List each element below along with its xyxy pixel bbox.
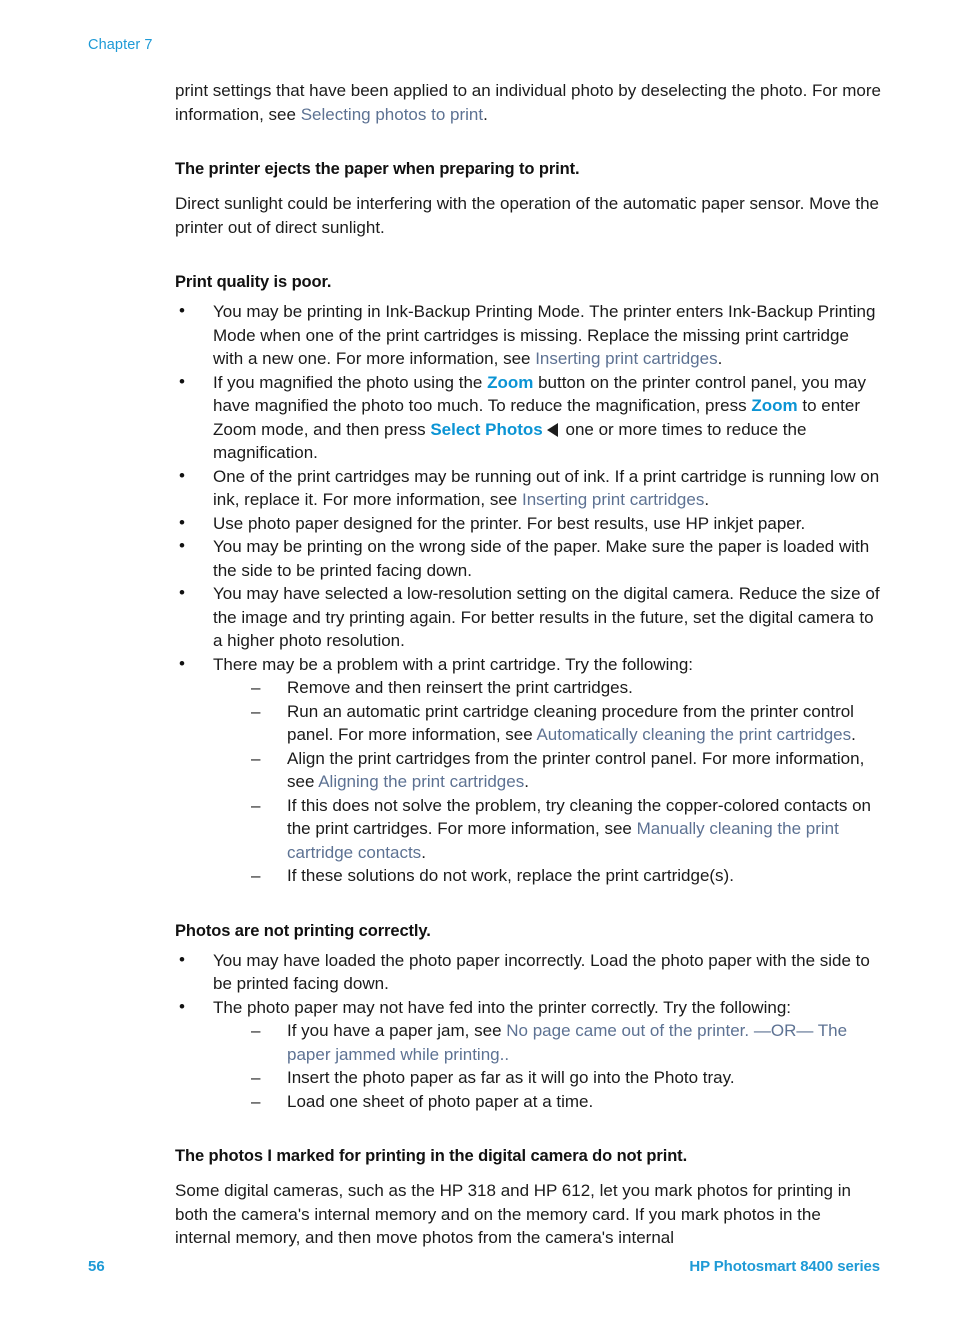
heading-photos-not-printing-correctly: Photos are not printing correctly.: [175, 921, 431, 940]
photos-sub2-text: Insert the photo paper as far as it will…: [287, 1068, 735, 1087]
heading-print-quality-poor: Print quality is poor.: [175, 273, 332, 291]
page-footer: 56 HP Photosmart 8400 series: [0, 1258, 954, 1282]
left-triangle-icon: [546, 422, 558, 437]
list-item: If these solutions do not work, replace …: [249, 864, 881, 888]
page-number: 56: [88, 1258, 105, 1275]
list-item: Insert the photo paper as far as it will…: [249, 1066, 881, 1090]
heading-printer-ejects-paper: The printer ejects the paper when prepar…: [175, 160, 580, 178]
list-item: Use photo paper designed for the printer…: [175, 511, 881, 536]
list-item: You may be printing in Ink-Backup Printi…: [175, 299, 881, 371]
ui-label-zoom[interactable]: Zoom: [487, 373, 533, 392]
bullet4-text: Use photo paper designed for the printer…: [213, 513, 806, 533]
intro-text-before: print settings that have been applied to…: [175, 81, 881, 124]
list-item: Remove and then reinsert the print cartr…: [249, 676, 881, 700]
ui-label-select-photos[interactable]: Select Photos: [430, 420, 542, 439]
sub4-text-after: .: [421, 842, 426, 862]
list-item: Load one sheet of photo paper at a time.: [249, 1090, 881, 1114]
sub1-text: Remove and then reinsert the print cartr…: [287, 678, 633, 697]
running-head-chapter: Chapter 7: [88, 37, 153, 53]
heading-photos-marked-do-not-print: The photos I marked for printing in the …: [175, 1147, 688, 1165]
list-item: You may be printing on the wrong side of…: [175, 534, 881, 582]
sub2-text-after: .: [851, 725, 856, 744]
print-cartridge-sublist: Remove and then reinsert the print cartr…: [213, 676, 881, 888]
bullet5-text: You may be printing on the wrong side of…: [213, 537, 870, 580]
photos-bullet1-text: You may have loaded the photo paper inco…: [213, 950, 870, 994]
page-content: print settings that have been applied to…: [175, 79, 881, 1250]
document-page: Chapter 7 print settings that have been …: [0, 0, 954, 1321]
xref-selecting-photos-to-print[interactable]: Selecting photos to print: [301, 105, 483, 124]
list-item: Run an automatic print cartridge cleanin…: [249, 700, 881, 747]
photos-sub1-text-before: If you have a paper jam, see: [287, 1021, 507, 1040]
ui-label-zoom[interactable]: Zoom: [751, 396, 797, 415]
sub5-text: If these solutions do not work, replace …: [287, 866, 734, 885]
xref-automatically-cleaning-the-print-cartridges[interactable]: Automatically cleaning the print cartrid…: [536, 725, 851, 744]
bullet6-text: You may have selected a low-resolution s…: [213, 584, 880, 650]
paragraph-direct-sunlight: Direct sunlight could be interfering wit…: [175, 194, 880, 237]
list-item: Align the print cartridges from the prin…: [249, 747, 881, 794]
photo-feed-sublist: If you have a paper jam, see No page cam…: [213, 1019, 881, 1113]
intro-paragraph: print settings that have been applied to…: [175, 79, 881, 126]
paragraph-some-digital-cameras: Some digital cameras, such as the HP 318…: [175, 1181, 851, 1247]
list-item: The photo paper may not have fed into th…: [175, 995, 881, 1114]
intro-text-after: .: [483, 104, 488, 124]
photos-sub1-text-after: .: [504, 1044, 510, 1064]
bullet1-text-after: .: [717, 349, 723, 368]
list-item: You may have loaded the photo paper inco…: [175, 948, 881, 996]
print-quality-list: You may be printing in Ink-Backup Printi…: [175, 299, 881, 888]
list-item: If you have a paper jam, see No page cam…: [249, 1019, 881, 1066]
bullet3-text-after: .: [704, 490, 710, 509]
bullet7-text: There may be a problem with a print cart…: [213, 654, 693, 674]
photos-not-printing-list: You may have loaded the photo paper inco…: [175, 948, 881, 1114]
xref-aligning-the-print-cartridges[interactable]: Aligning the print cartridges: [318, 772, 524, 791]
sub3-text-after: .: [524, 772, 529, 791]
list-item: If this does not solve the problem, try …: [249, 794, 881, 865]
list-item: If you magnified the photo using the Zoo…: [175, 370, 881, 465]
photos-sub3-text: Load one sheet of photo paper at a time.: [287, 1091, 594, 1111]
photos-bullet2-text: The photo paper may not have fed into th…: [213, 997, 791, 1017]
bullet2-part1: If you magnified the photo using the: [213, 372, 488, 392]
list-item: One of the print cartridges may be runni…: [175, 464, 881, 512]
product-name: HP Photosmart 8400 series: [689, 1258, 880, 1275]
list-item: You may have selected a low-resolution s…: [175, 581, 881, 653]
xref-inserting-print-cartridges[interactable]: Inserting print cartridges: [535, 349, 717, 368]
list-item: There may be a problem with a print cart…: [175, 652, 881, 888]
xref-inserting-print-cartridges[interactable]: Inserting print cartridges: [522, 490, 704, 509]
